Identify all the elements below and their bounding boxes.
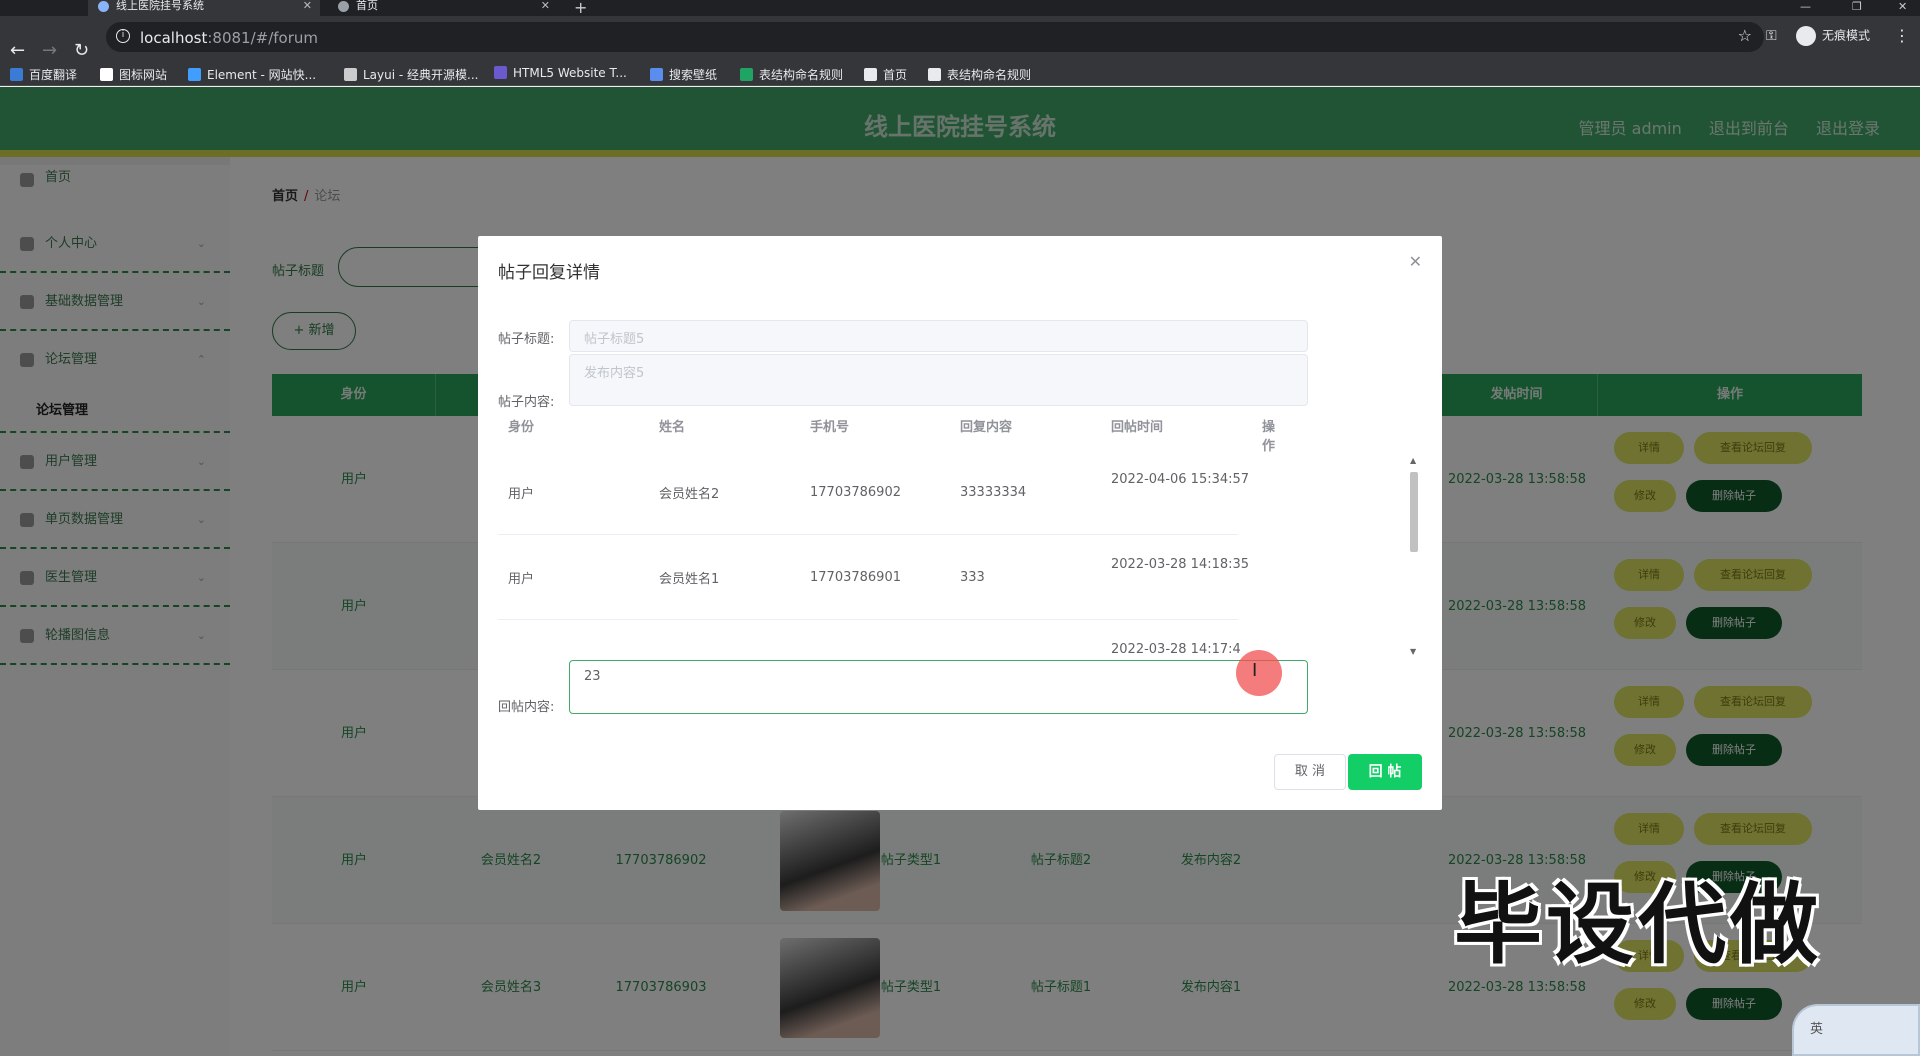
mouse-cursor-highlight: I xyxy=(1236,650,1282,696)
url-path: :8081/#/forum xyxy=(207,29,318,47)
reply-cell-identity: 用户 xyxy=(508,572,535,587)
watermark: 毕设代做 xyxy=(1454,873,1823,976)
reload-icon[interactable]: ↻ xyxy=(74,42,89,60)
bookmark-item[interactable]: 表结构命名规则 xyxy=(928,66,1031,83)
close-tab-icon[interactable]: ✕ xyxy=(303,0,312,12)
reply-content-textarea[interactable]: 23 xyxy=(569,660,1308,714)
bookmark-item[interactable]: 图标网站 xyxy=(100,66,167,83)
url-host: localhost xyxy=(140,29,208,47)
reply-details-dialog: 帖子回复详情 ✕ 帖子标题: 帖子标题5 帖子内容: 发布内容5 身份 姓名 手… xyxy=(478,236,1442,810)
bookmark-star-icon[interactable]: ☆ xyxy=(1738,26,1752,45)
scrollbar-thumb[interactable] xyxy=(1410,472,1418,552)
bookmark-favicon-icon xyxy=(188,68,201,81)
reply-cell-phone: 17703786902 xyxy=(810,485,901,500)
close-tab-icon[interactable]: ✕ xyxy=(541,0,550,12)
text-cursor-icon: I xyxy=(1252,660,1258,681)
bookmark-favicon-icon xyxy=(928,68,941,81)
bookmark-item[interactable]: 搜索壁纸 xyxy=(650,66,717,83)
reply-content-label: 回帖内容: xyxy=(498,700,555,715)
minimize-icon[interactable]: — xyxy=(1800,0,1811,13)
reply-cell-content: 33333334 xyxy=(960,485,1027,500)
url-bar[interactable]: i localhost:8081/#/forum ☆ xyxy=(106,22,1764,52)
close-window-icon[interactable]: ✕ xyxy=(1898,0,1907,13)
bookmark-item[interactable]: 百度翻译 xyxy=(10,66,77,83)
bookmark-favicon-icon xyxy=(100,68,113,81)
bookmark-favicon-icon xyxy=(864,68,877,81)
post-title-field: 帖子标题5 xyxy=(569,320,1308,352)
reply-cell-identity: 用户 xyxy=(508,487,535,502)
maximize-icon[interactable]: ❐ xyxy=(1852,0,1862,13)
browser-tabstrip: 线上医院挂号系统 ✕ 首页 ✕ + — ❐ ✕ xyxy=(0,0,1920,17)
bookmark-label: Layui - 经典开源模... xyxy=(363,68,479,82)
info-icon[interactable]: i xyxy=(116,29,130,43)
bookmark-favicon-icon xyxy=(344,68,357,81)
bookmark-label: 搜索壁纸 xyxy=(669,68,718,82)
browser-tab[interactable]: 首页 ✕ xyxy=(328,0,558,16)
bookmark-favicon-icon xyxy=(10,68,23,81)
cancel-button[interactable]: 取 消 xyxy=(1274,754,1346,790)
key-icon[interactable]: ⚿ xyxy=(1766,28,1777,44)
bookmarks-bar: 百度翻译 图标网站 Element - 网站快... Layui - 经典开源模...… xyxy=(0,60,1920,86)
post-title-label: 帖子标题: xyxy=(498,332,555,347)
bookmark-item[interactable]: Layui - 经典开源模... xyxy=(344,66,478,83)
reply-cell-content: 333 xyxy=(960,570,985,585)
tab-label: 线上医院挂号系统 xyxy=(116,0,204,12)
bookmark-label: 百度翻译 xyxy=(29,68,78,82)
bookmark-item[interactable]: 首页 xyxy=(864,66,907,83)
column-header: 回复内容 xyxy=(960,420,1013,435)
forward-icon[interactable]: → xyxy=(42,42,57,60)
submit-reply-button[interactable]: 回 帖 xyxy=(1348,754,1422,790)
column-header: 操作 xyxy=(1262,420,1276,454)
column-header: 回帖时间 xyxy=(1111,420,1164,435)
incognito-icon xyxy=(1796,26,1816,46)
dialog-title: 帖子回复详情 xyxy=(498,263,600,283)
back-icon[interactable]: ← xyxy=(10,42,25,60)
bookmark-item[interactable]: 表结构命名规则 xyxy=(740,66,843,83)
incognito-indicator[interactable]: 无痕模式 xyxy=(1796,26,1870,46)
replies-table-body[interactable]: 用户 会员姓名2 17703786902 33333334 2022-04-06 15:… xyxy=(498,450,1250,658)
post-content-field: 发布内容5 xyxy=(569,354,1308,406)
scrollbar[interactable]: ▲ ▼ xyxy=(1408,456,1420,656)
reply-cell-time: 2022-04-06 15:34:57 xyxy=(1111,472,1250,487)
close-icon[interactable]: ✕ xyxy=(1409,252,1422,271)
bookmark-favicon-icon xyxy=(740,68,753,81)
bookmark-label: 表结构命名规则 xyxy=(947,68,1032,82)
reply-cell-phone: 17703786901 xyxy=(810,570,901,585)
bookmark-label: 表结构命名规则 xyxy=(759,68,844,82)
bookmark-label: Element - 网站快... xyxy=(207,68,317,82)
post-content-label: 帖子内容: xyxy=(498,395,555,410)
bookmark-favicon-icon xyxy=(494,66,507,79)
reply-row: 用户 会员姓名1 17703786901 333 2022-03-28 14:18:35… xyxy=(498,535,1249,620)
column-header: 手机号 xyxy=(810,420,850,435)
column-header: 身份 xyxy=(508,420,535,435)
reply-cell-name: 会员姓名2 xyxy=(659,487,720,502)
new-tab-icon[interactable]: + xyxy=(574,0,587,17)
menu-dots-icon[interactable]: ⋮ xyxy=(1894,26,1910,45)
reply-row: 用户 会员姓名2 17703786902 33333334 2022-04-06 15:… xyxy=(498,450,1249,535)
browser-tab-active[interactable]: 线上医院挂号系统 ✕ xyxy=(88,0,320,16)
bookmark-favicon-icon xyxy=(650,68,663,81)
reply-cell-time: 2022-03-28 14:17:4 xyxy=(1111,642,1241,657)
vue-icon xyxy=(98,1,109,12)
column-header: 姓名 xyxy=(659,420,686,435)
reply-cell-time: 2022-03-28 14:18:35 xyxy=(1111,557,1250,572)
reply-cell-name: 会员姓名1 xyxy=(659,572,720,587)
incognito-label: 无痕模式 xyxy=(1822,28,1871,43)
replies-table-header: 身份 姓名 手机号 回复内容 回帖时间 操作 xyxy=(498,416,1275,454)
ime-label: 英 xyxy=(1810,1022,1824,1037)
ime-indicator[interactable]: 英 xyxy=(1792,1004,1920,1056)
bookmark-item[interactable]: HTML5 Website T... xyxy=(494,66,627,80)
bookmark-label: 图标网站 xyxy=(119,68,168,82)
bookmark-item[interactable]: Element - 网站快... xyxy=(188,66,316,83)
bookmark-label: 首页 xyxy=(883,68,908,82)
globe-icon xyxy=(338,1,349,12)
reply-row: 2022-03-28 14:17:4回帖详情🗑 删除帖子 xyxy=(498,620,1241,658)
bookmark-label: HTML5 Website T... xyxy=(513,66,627,80)
tab-label: 首页 xyxy=(356,0,378,12)
